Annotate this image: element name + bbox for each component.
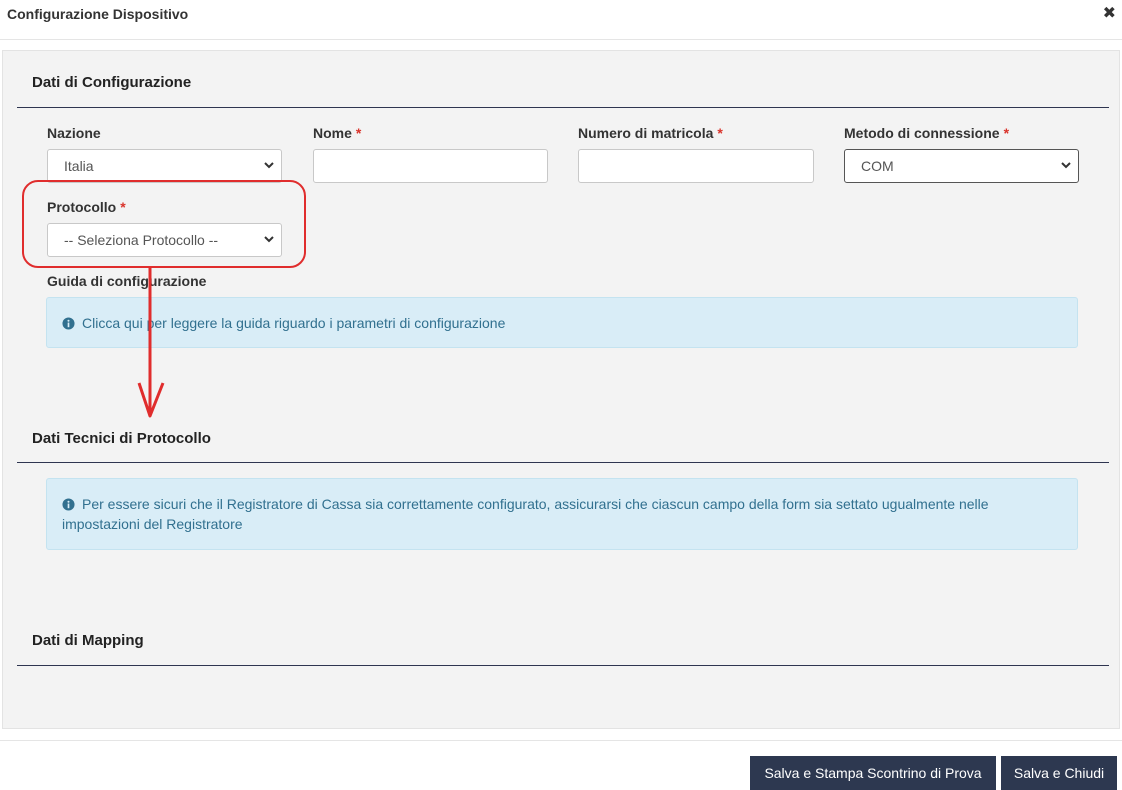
section-title-tech: Dati Tecnici di Protocollo (32, 430, 211, 447)
protocollo-select[interactable]: -- Seleziona Protocollo -- (47, 223, 282, 257)
protocollo-value: -- Seleziona Protocollo -- (64, 232, 219, 248)
info-circle-icon (62, 317, 75, 330)
matricola-input[interactable] (578, 149, 814, 183)
guide-label: Guida di configurazione (47, 273, 207, 289)
nome-label: Nome * (313, 125, 362, 141)
section-title-config: Dati di Configurazione (32, 74, 192, 91)
modal-body: Dati di Configurazione Nazione Italia No… (2, 50, 1120, 729)
chevron-down-icon (1061, 162, 1071, 169)
nazione-select[interactable]: Italia (47, 149, 282, 183)
modal-footer: Salva e Stampa Scontrino di Prova Salva … (0, 740, 1122, 790)
nazione-value: Italia (64, 158, 94, 174)
matricola-label: Numero di matricola * (578, 125, 723, 141)
tech-info-alert: Per essere sicuri che il Registratore di… (46, 478, 1078, 550)
guide-link-box[interactable]: Clicca qui per leggere la guida riguardo… (46, 297, 1078, 348)
chevron-down-icon (264, 236, 274, 243)
tech-info-text: Per essere sicuri che il Registratore di… (62, 496, 989, 532)
modal-header: Configurazione Dispositivo ✖ (0, 0, 1122, 40)
metodo-select[interactable]: COM (844, 149, 1079, 183)
close-icon[interactable]: ✖ (1103, 5, 1116, 23)
save-print-button[interactable]: Salva e Stampa Scontrino di Prova (750, 756, 996, 790)
modal-title: Configurazione Dispositivo (7, 6, 189, 22)
section-divider (17, 462, 1109, 463)
save-close-button[interactable]: Salva e Chiudi (1001, 756, 1117, 790)
section-divider (17, 665, 1109, 666)
nazione-label: Nazione (47, 125, 101, 141)
metodo-value: COM (861, 158, 894, 174)
guide-text: Clicca qui per leggere la guida riguardo… (82, 315, 506, 331)
protocollo-label: Protocollo * (47, 199, 126, 215)
section-divider (17, 107, 1109, 108)
section-title-mapping: Dati di Mapping (32, 632, 144, 649)
chevron-down-icon (264, 162, 274, 169)
metodo-label: Metodo di connessione * (844, 125, 1010, 141)
nome-input[interactable] (313, 149, 548, 183)
